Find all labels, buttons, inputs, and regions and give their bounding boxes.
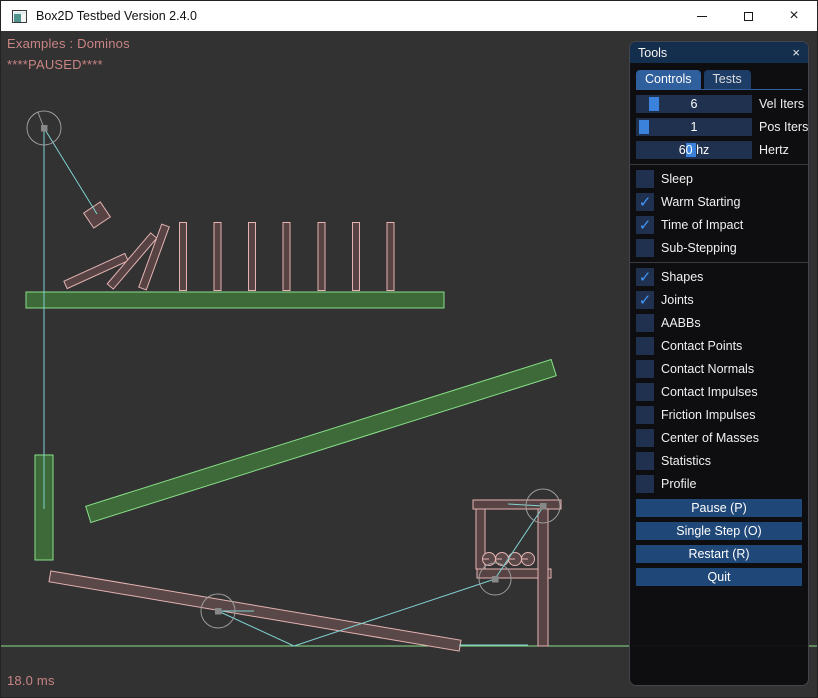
checkbox-contact-normals[interactable]: Contact Normals: [636, 360, 802, 378]
checkbox-center-of-masses[interactable]: Center of Masses: [636, 429, 802, 447]
checkbox-box[interactable]: [636, 170, 654, 188]
separator: [630, 164, 808, 165]
checkbox-warm-starting[interactable]: ✓ Warm Starting: [636, 193, 802, 211]
minimize-icon: [697, 16, 707, 17]
checkbox-time-of-impact[interactable]: ✓ Time of Impact: [636, 216, 802, 234]
pendulum-box: [84, 202, 111, 228]
checkbox-box[interactable]: [636, 429, 654, 447]
example-label: Examples : Dominos: [7, 36, 130, 51]
tab-controls[interactable]: Controls: [636, 70, 701, 89]
checkbox-profile[interactable]: Profile: [636, 475, 802, 493]
panel-close-icon[interactable]: ×: [792, 46, 800, 59]
checkbox-box[interactable]: ✓: [636, 216, 654, 234]
checkbox-contact-points[interactable]: Contact Points: [636, 337, 802, 355]
pos-iters-value: 1: [636, 118, 752, 136]
separator: [630, 262, 808, 263]
tools-panel-titlebar[interactable]: Tools ×: [630, 42, 808, 63]
quit-button[interactable]: Quit: [636, 568, 802, 586]
minimize-button[interactable]: [679, 1, 725, 31]
vel-iters-row: 6 Vel Iters: [636, 95, 802, 113]
pos-iters-label: Pos Iters: [759, 120, 808, 134]
maximize-button[interactable]: [725, 1, 771, 31]
fallen-domino: [139, 224, 169, 290]
window-titlebar[interactable]: Box2D Testbed Version 2.4.0 ×: [1, 1, 817, 31]
vel-iters-value: 6: [636, 95, 752, 113]
sloped-platform: [86, 360, 557, 523]
maximize-icon: [744, 12, 753, 21]
vel-iters-label: Vel Iters: [759, 97, 804, 111]
check-icon: ✓: [639, 293, 652, 308]
checkbox-box[interactable]: [636, 406, 654, 424]
tools-tabbar: Controls Tests: [636, 70, 802, 90]
checkbox-sleep[interactable]: Sleep: [636, 170, 802, 188]
checkbox-box[interactable]: [636, 337, 654, 355]
checkbox-box[interactable]: [636, 383, 654, 401]
checkbox-box[interactable]: [636, 360, 654, 378]
check-icon: ✓: [639, 195, 652, 210]
checkbox-contact-impulses[interactable]: Contact Impulses: [636, 383, 802, 401]
check-icon: ✓: [639, 270, 652, 285]
checkbox-box[interactable]: [636, 239, 654, 257]
tab-tests[interactable]: Tests: [704, 70, 751, 89]
app-window: Box2D Testbed Version 2.4.0 ×: [0, 0, 818, 698]
checkbox-joints[interactable]: ✓ Joints: [636, 291, 802, 309]
hertz-row: 60 hz Hertz: [636, 141, 802, 159]
pause-button[interactable]: Pause (P): [636, 499, 802, 517]
checkbox-sub-stepping[interactable]: Sub-Stepping: [636, 239, 802, 257]
domino-shelf: [26, 292, 444, 308]
checkbox-box[interactable]: [636, 314, 654, 332]
paused-label: ****PAUSED****: [7, 57, 103, 72]
checkbox-friction-impulses[interactable]: Friction Impulses: [636, 406, 802, 424]
vel-iters-slider[interactable]: 6: [636, 95, 752, 113]
hertz-value: 60 hz: [636, 141, 752, 159]
checkbox-box[interactable]: ✓: [636, 291, 654, 309]
checkbox-box[interactable]: [636, 475, 654, 493]
checkbox-box[interactable]: ✓: [636, 193, 654, 211]
hertz-slider[interactable]: 60 hz: [636, 141, 752, 159]
checkbox-aabbs[interactable]: AABBs: [636, 314, 802, 332]
close-button[interactable]: ×: [771, 1, 817, 31]
window-title: Box2D Testbed Version 2.4.0: [36, 9, 197, 23]
checkbox-box[interactable]: [636, 452, 654, 470]
app-icon: [12, 10, 27, 23]
frame-time-label: 18.0 ms: [7, 673, 55, 688]
check-icon: ✓: [639, 218, 652, 233]
restart-button[interactable]: Restart (R): [636, 545, 802, 563]
checkbox-statistics[interactable]: Statistics: [636, 452, 802, 470]
hertz-label: Hertz: [759, 143, 789, 157]
pos-iters-row: 1 Pos Iters: [636, 118, 802, 136]
pos-iters-slider[interactable]: 1: [636, 118, 752, 136]
upright-dominos: [180, 223, 395, 291]
tools-panel: Tools × Controls Tests 6 Vel Iters 1 Pos…: [629, 41, 809, 686]
checkbox-shapes[interactable]: ✓ Shapes: [636, 268, 802, 286]
single-step-button[interactable]: Single Step (O): [636, 522, 802, 540]
checkbox-box[interactable]: ✓: [636, 268, 654, 286]
tools-panel-title: Tools: [638, 46, 792, 60]
joint-anchor-markers: [41, 125, 547, 615]
